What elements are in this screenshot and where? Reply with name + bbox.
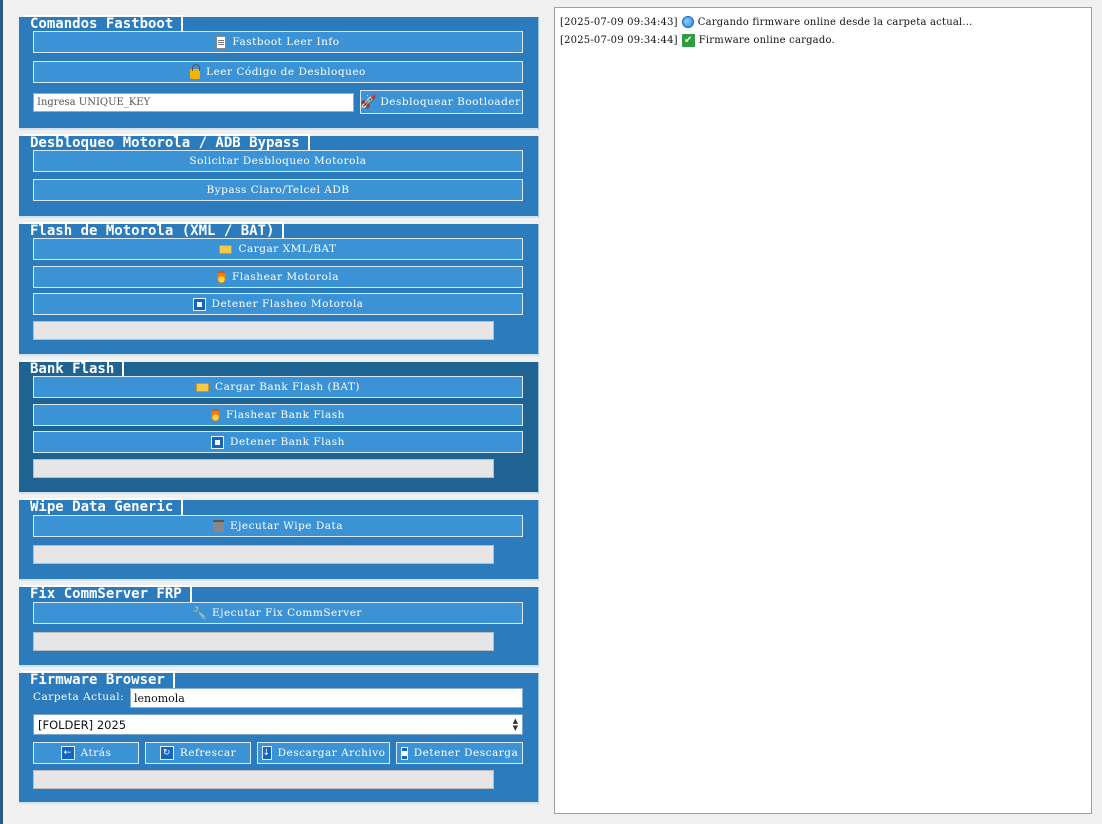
document-icon: [216, 35, 227, 49]
log-line: [2025-07-09 09:34:44] ✔ Firmware online …: [560, 31, 1086, 49]
folder-icon: [196, 382, 210, 392]
request-motorola-unlock-label: Solicitar Desbloqueo Motorola: [189, 155, 367, 167]
spinner-arrows-icon: ▲ ▼: [512, 716, 518, 732]
log-message: Firmware online cargado.: [698, 34, 835, 46]
motorola-unlock-panel: Desbloqueo Motorola / ADB Bypass Solicit…: [19, 134, 539, 218]
lock-icon: [190, 64, 201, 79]
fastboot-read-info-label: Fastboot Leer Info: [232, 36, 340, 48]
request-motorola-unlock-button[interactable]: Solicitar Desbloqueo Motorola: [33, 150, 523, 172]
firmware-list-select[interactable]: [FOLDER] 2025 ▲ ▼: [33, 714, 523, 735]
arrow-left-icon: ←: [60, 746, 75, 760]
wipe-data-panel-title: Wipe Data Generic: [23, 498, 184, 515]
stop-motorola-flash-label: Detener Flasheo Motorola: [211, 298, 364, 310]
fix-commserver-panel: Fix CommServer FRP 🔧 Ejecutar Fix CommSe…: [19, 585, 539, 667]
stop-download-label: Detener Descarga: [413, 747, 519, 759]
run-wipe-data-label: Ejecutar Wipe Data: [229, 520, 343, 532]
rocket-icon: 🚀: [360, 94, 377, 110]
motorola-flash-panel: Flash de Motorola (XML / BAT) Cargar XML…: [19, 222, 539, 356]
window-left-edge: [0, 0, 3, 824]
log-timestamp: [2025-07-09 09:34:44]: [560, 34, 678, 46]
firmware-browser-panel: Firmware Browser Carpeta Actual: lenomol…: [19, 671, 539, 804]
unlock-bootloader-label: Desbloquear Bootloader: [380, 96, 521, 108]
firmware-list-selected-item: [FOLDER] 2025: [38, 717, 127, 732]
motorola-flash-progress-bar: [33, 321, 494, 340]
log-timestamp: [2025-07-09 09:34:43]: [560, 16, 678, 28]
stop-icon: [192, 297, 206, 311]
log-line: [2025-07-09 09:34:43] Cargando firmware …: [560, 13, 1086, 31]
log-output[interactable]: [2025-07-09 09:34:43] Cargando firmware …: [554, 7, 1092, 814]
load-xml-bat-button[interactable]: Cargar XML/BAT: [33, 238, 523, 260]
back-label: Atrás: [80, 747, 112, 759]
stop-bank-flash-label: Detener Bank Flash: [230, 436, 345, 448]
flash-bank-flash-button[interactable]: Flashear Bank Flash: [33, 404, 523, 426]
current-folder-label: Carpeta Actual:: [33, 691, 125, 703]
bypass-claro-telcel-button[interactable]: Bypass Claro/Telcel ADB: [33, 179, 523, 201]
back-button[interactable]: ← Atrás: [33, 742, 139, 764]
log-message: Cargando firmware online desde la carpet…: [697, 16, 973, 28]
bank-flash-progress-bar: [33, 459, 494, 478]
wrench-icon: 🔧: [192, 606, 208, 620]
fire-icon: [211, 409, 221, 421]
check-icon: ✔: [681, 33, 695, 47]
load-xml-bat-label: Cargar XML/BAT: [238, 243, 337, 255]
current-folder-field[interactable]: lenomola: [130, 688, 523, 708]
unique-key-placeholder: Ingresa UNIQUE_KEY: [37, 97, 151, 108]
unique-key-input[interactable]: Ingresa UNIQUE_KEY: [33, 93, 354, 112]
fastboot-panel: Comandos Fastboot Fastboot Leer Info Lee…: [19, 15, 539, 130]
download-file-label: Descargar Archivo: [277, 747, 386, 759]
refresh-label: Refrescar: [179, 747, 237, 759]
globe-icon: [681, 16, 694, 28]
folder-icon: [219, 244, 233, 254]
current-folder-value: lenomola: [134, 691, 185, 705]
stop-motorola-flash-button[interactable]: Detener Flasheo Motorola: [33, 293, 523, 315]
firmware-browser-panel-title: Firmware Browser: [23, 671, 175, 688]
fix-commserver-progress-bar: [33, 632, 494, 651]
fastboot-panel-title: Comandos Fastboot: [23, 15, 184, 32]
load-bank-flash-label: Cargar Bank Flash (BAT): [215, 381, 360, 393]
run-fix-commserver-label: Ejecutar Fix CommServer: [212, 607, 362, 619]
unlock-bootloader-button[interactable]: 🚀 Desbloquear Bootloader: [360, 90, 523, 114]
stop-bank-flash-button[interactable]: Detener Bank Flash: [33, 431, 523, 453]
download-arrow-icon: ↓: [261, 746, 272, 760]
bypass-claro-telcel-label: Bypass Claro/Telcel ADB: [206, 184, 350, 196]
download-file-button[interactable]: ↓ Descargar Archivo: [257, 742, 390, 764]
refresh-button[interactable]: ↻ Refrescar: [145, 742, 251, 764]
read-unlock-code-label: Leer Código de Desbloqueo: [206, 66, 366, 78]
download-progress-bar: [33, 770, 494, 789]
wipe-data-panel: Wipe Data Generic Ejecutar Wipe Data: [19, 498, 539, 581]
flash-motorola-button[interactable]: Flashear Motorola: [33, 266, 523, 288]
run-fix-commserver-button[interactable]: 🔧 Ejecutar Fix CommServer: [33, 602, 523, 624]
flash-motorola-label: Flashear Motorola: [232, 271, 339, 283]
bank-flash-panel: Bank Flash Cargar Bank Flash (BAT) Flash…: [19, 360, 539, 494]
run-wipe-data-button[interactable]: Ejecutar Wipe Data: [33, 515, 523, 537]
stop-icon: [400, 746, 408, 760]
fire-icon: [217, 271, 227, 283]
trash-icon: [212, 520, 224, 532]
stop-icon: [211, 435, 225, 449]
refresh-icon: ↻: [159, 746, 174, 760]
motorola-flash-panel-title: Flash de Motorola (XML / BAT): [23, 222, 285, 239]
load-bank-flash-button[interactable]: Cargar Bank Flash (BAT): [33, 376, 523, 398]
motorola-unlock-panel-title: Desbloqueo Motorola / ADB Bypass: [23, 134, 310, 151]
bank-flash-panel-title: Bank Flash: [23, 360, 125, 377]
read-unlock-code-button[interactable]: Leer Código de Desbloqueo: [33, 61, 523, 83]
fastboot-read-info-button[interactable]: Fastboot Leer Info: [33, 31, 523, 53]
fix-commserver-panel-title: Fix CommServer FRP: [23, 585, 192, 602]
stop-download-button[interactable]: Detener Descarga: [396, 742, 523, 764]
wipe-data-progress-bar: [33, 545, 494, 564]
flash-bank-flash-label: Flashear Bank Flash: [226, 409, 345, 421]
